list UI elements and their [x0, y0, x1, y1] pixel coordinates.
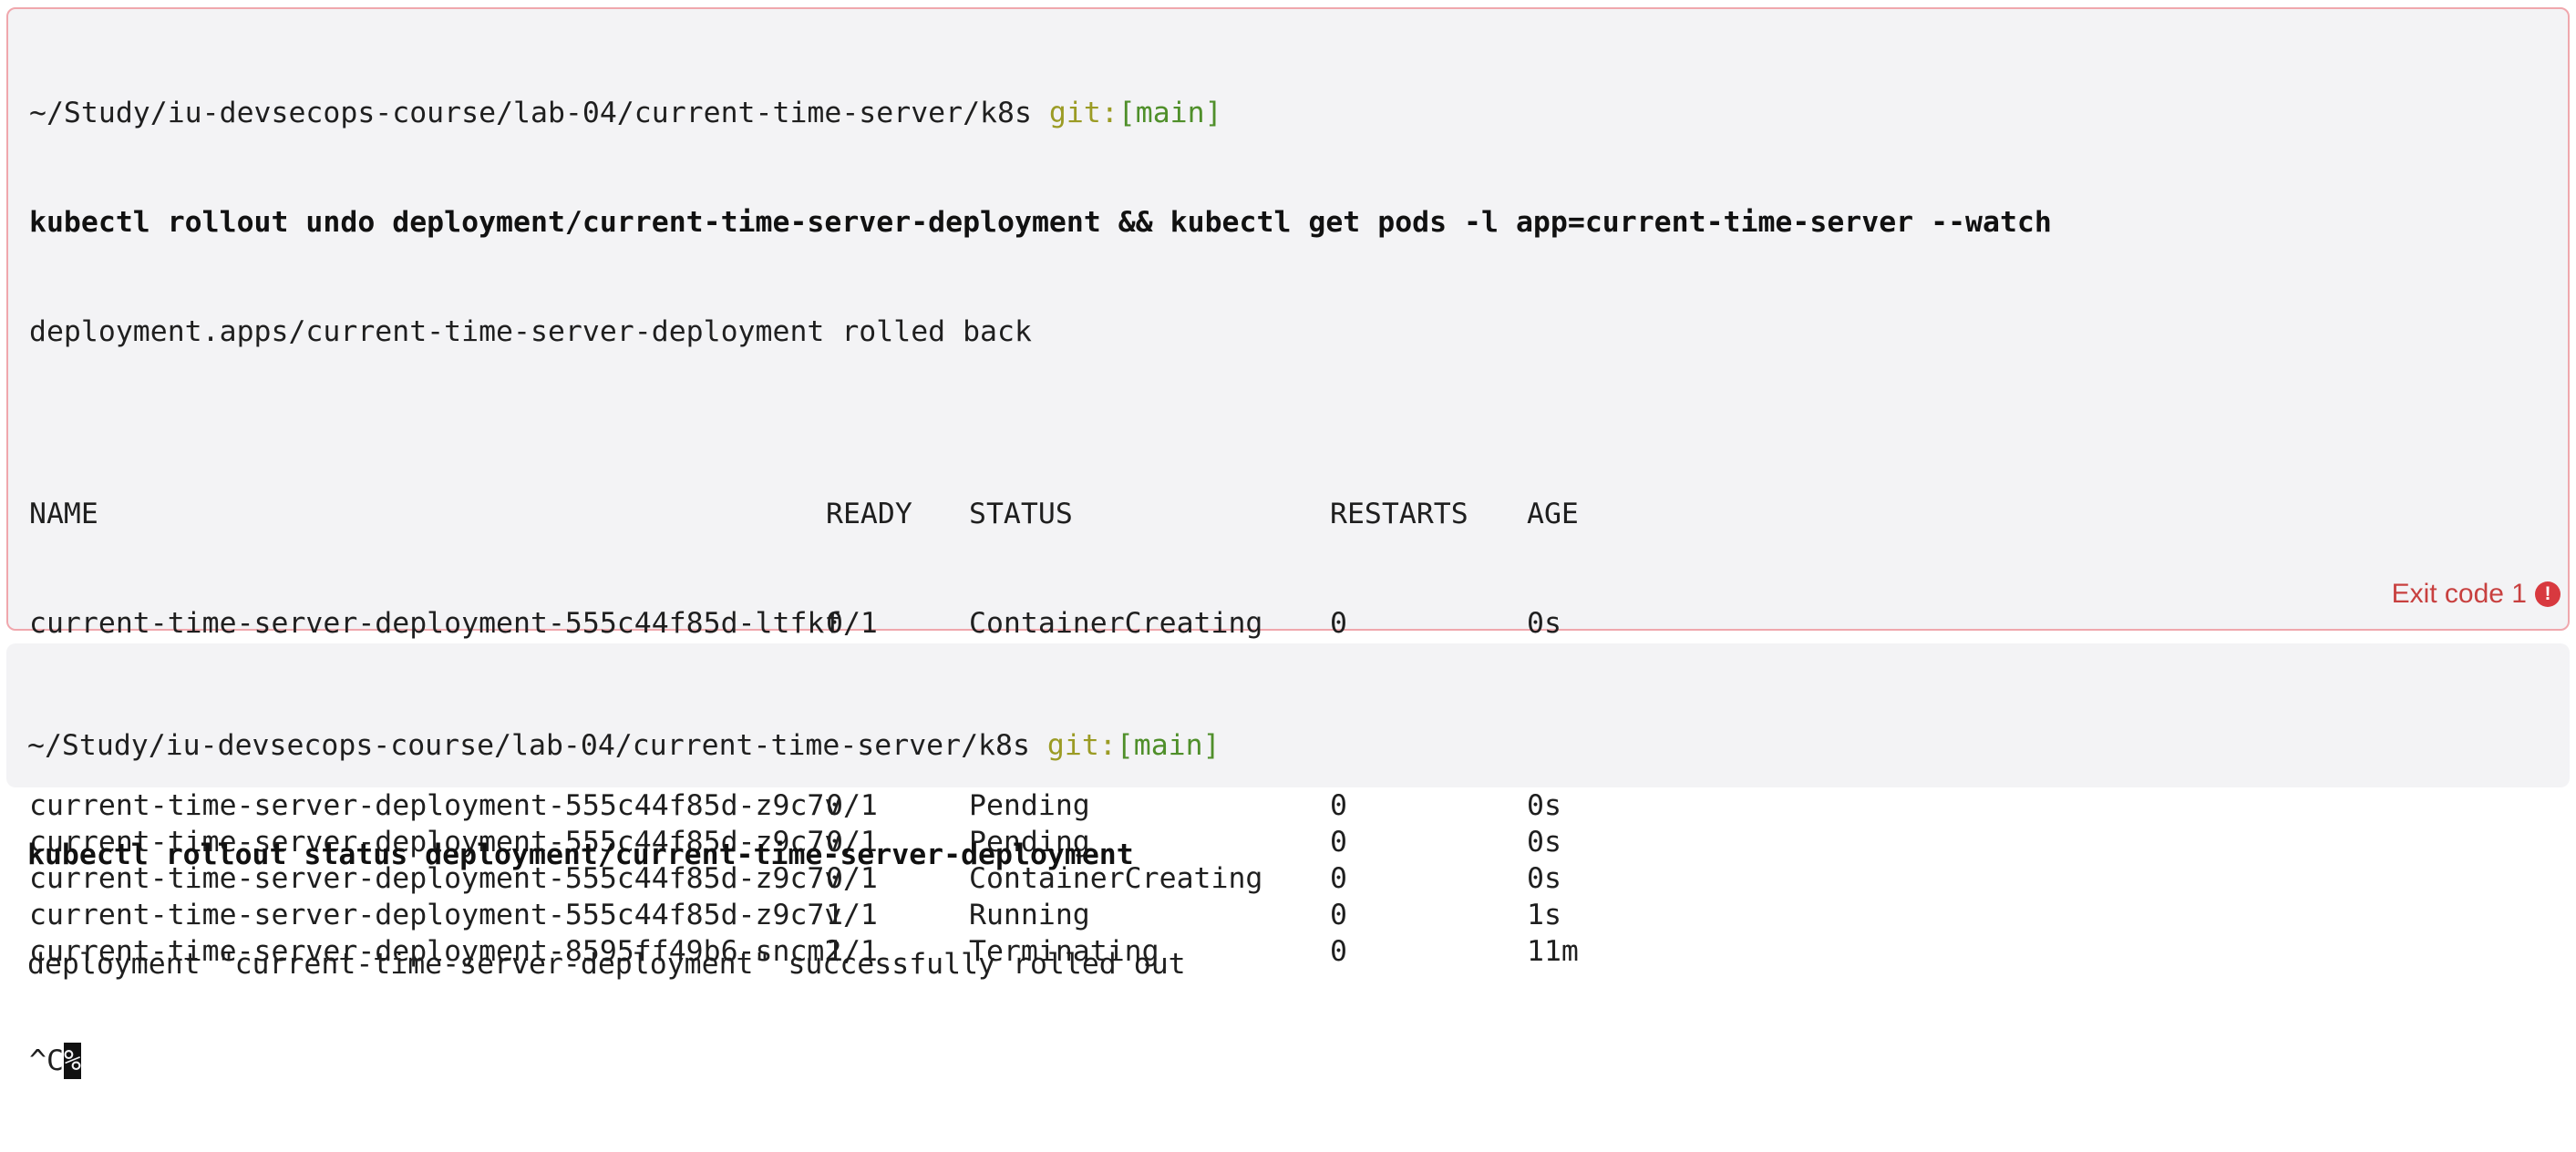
cell-status: ContainerCreating — [969, 607, 1263, 640]
exclamation-circle-icon: ! — [2535, 581, 2561, 607]
prompt-line: ~/Study/iu-devsecops-course/lab-04/curre… — [27, 727, 1221, 764]
prompt-cwd: ~/Study/iu-devsecops-course/lab-04/curre… — [27, 729, 1030, 762]
cell-age: 0s — [1527, 607, 1561, 640]
cell-restarts: 0 — [1330, 935, 1347, 968]
cell-ready: 0/1 — [826, 607, 878, 640]
cell-age: 0s — [1527, 826, 1561, 859]
cell-age: 1s — [1527, 899, 1561, 931]
command-line[interactable]: kubectl rollout status deployment/curren… — [27, 837, 1221, 873]
cell-restarts: 0 — [1330, 789, 1347, 822]
prompt-cwd: ~/Study/iu-devsecops-course/lab-04/curre… — [29, 97, 1032, 129]
cell-restarts: 0 — [1330, 862, 1347, 895]
header-age: AGE — [1527, 498, 1579, 530]
prompt-git-prefix: git: — [1046, 729, 1117, 762]
header-status: STATUS — [969, 498, 1073, 530]
cell-restarts: 0 — [1330, 899, 1347, 931]
header-name: NAME — [29, 498, 98, 530]
cell-age: 11m — [1527, 935, 1579, 968]
exit-code-label: Exit code 1 — [2391, 579, 2527, 609]
cell-name: current-time-server-deployment-555c44f85… — [29, 607, 842, 640]
header-ready: READY — [826, 498, 912, 530]
cell-age: 0s — [1527, 862, 1561, 895]
prompt-line: ~/Study/iu-devsecops-course/lab-04/curre… — [29, 95, 2052, 131]
table-header-row: NAME READY STATUS RESTARTS AGE — [29, 496, 2052, 532]
cell-age: 0s — [1527, 789, 1561, 822]
table-row: current-time-server-deployment-555c44f85… — [29, 605, 2052, 642]
prompt-git-prefix: git: — [1048, 97, 1118, 129]
prompt-git-branch: [main] — [1116, 729, 1221, 762]
command-line[interactable]: kubectl rollout undo deployment/current-… — [29, 204, 2052, 241]
terminal-block-rollout-undo: ~/Study/iu-devsecops-course/lab-04/curre… — [6, 7, 2570, 1079]
header-restarts: RESTARTS — [1330, 498, 1468, 530]
output-line: deployment "current-time-server-deployme… — [27, 948, 1186, 981]
cell-restarts: 0 — [1330, 826, 1347, 859]
cell-restarts: 0 — [1330, 607, 1347, 640]
output-line: deployment.apps/current-time-server-depl… — [29, 315, 1032, 348]
prompt-git-branch: [main] — [1118, 97, 1222, 129]
terminal-block-rollout-status: ~/Study/iu-devsecops-course/lab-04/curre… — [6, 643, 2570, 981]
